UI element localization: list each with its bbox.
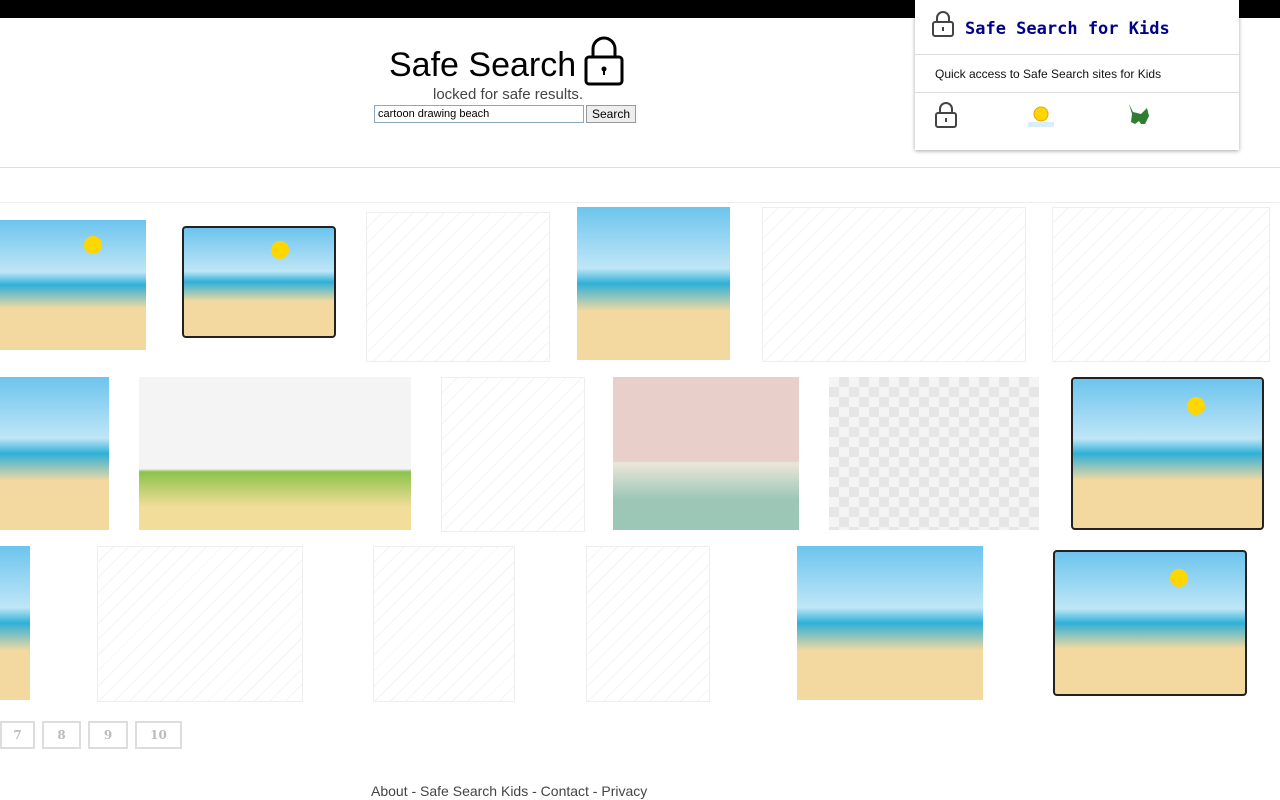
result-image[interactable] xyxy=(182,226,336,338)
page-9-button[interactable]: 9 xyxy=(88,721,128,749)
result-image[interactable] xyxy=(373,546,515,702)
result-image[interactable] xyxy=(0,220,146,350)
divider xyxy=(915,54,1239,55)
contact-link[interactable]: Contact xyxy=(541,783,589,799)
divider xyxy=(0,167,1280,168)
result-image[interactable] xyxy=(1052,207,1270,362)
extension-popup: Safe Search for Kids Quick access to Saf… xyxy=(915,0,1239,150)
result-image[interactable] xyxy=(1053,550,1247,696)
safe-search-kids-link[interactable]: Safe Search Kids xyxy=(420,783,528,799)
result-image[interactable] xyxy=(829,377,1039,530)
result-image[interactable] xyxy=(441,377,585,532)
search-button[interactable]: Search xyxy=(586,105,636,123)
separator: - xyxy=(407,783,421,799)
page-7-button[interactable]: 7 xyxy=(0,721,35,749)
result-image[interactable] xyxy=(797,546,983,700)
footer-links: About - Safe Search Kids - Contact - Pri… xyxy=(371,783,647,799)
popup-description: Quick access to Safe Search sites for Ki… xyxy=(935,67,1162,81)
result-image[interactable] xyxy=(577,207,730,360)
separator: - xyxy=(528,783,541,799)
popup-title: Safe Search for Kids xyxy=(965,19,1170,39)
privacy-link[interactable]: Privacy xyxy=(601,783,647,799)
about-link[interactable]: About xyxy=(371,783,408,799)
page-title: Safe Search xyxy=(389,46,577,84)
divider xyxy=(0,202,1280,203)
sun-icon[interactable] xyxy=(1028,103,1054,127)
page-10-button[interactable]: 10 xyxy=(135,721,182,749)
result-image[interactable] xyxy=(0,546,30,700)
result-image[interactable] xyxy=(762,207,1026,362)
result-image[interactable] xyxy=(1071,377,1264,530)
search-input[interactable] xyxy=(374,105,584,123)
divider xyxy=(915,92,1239,93)
result-image[interactable] xyxy=(586,546,710,702)
separator: - xyxy=(588,783,602,799)
result-image[interactable] xyxy=(97,546,303,702)
page-8-button[interactable]: 8 xyxy=(42,721,81,749)
result-image[interactable] xyxy=(139,377,411,530)
result-image[interactable] xyxy=(0,377,109,530)
lock-icon xyxy=(932,11,954,37)
result-image[interactable] xyxy=(613,377,799,530)
lock-icon[interactable] xyxy=(935,102,957,128)
tagline: locked for safe results. xyxy=(433,86,584,103)
result-image[interactable] xyxy=(366,212,550,362)
lock-icon xyxy=(584,36,624,86)
dinosaur-icon[interactable] xyxy=(1128,102,1150,128)
